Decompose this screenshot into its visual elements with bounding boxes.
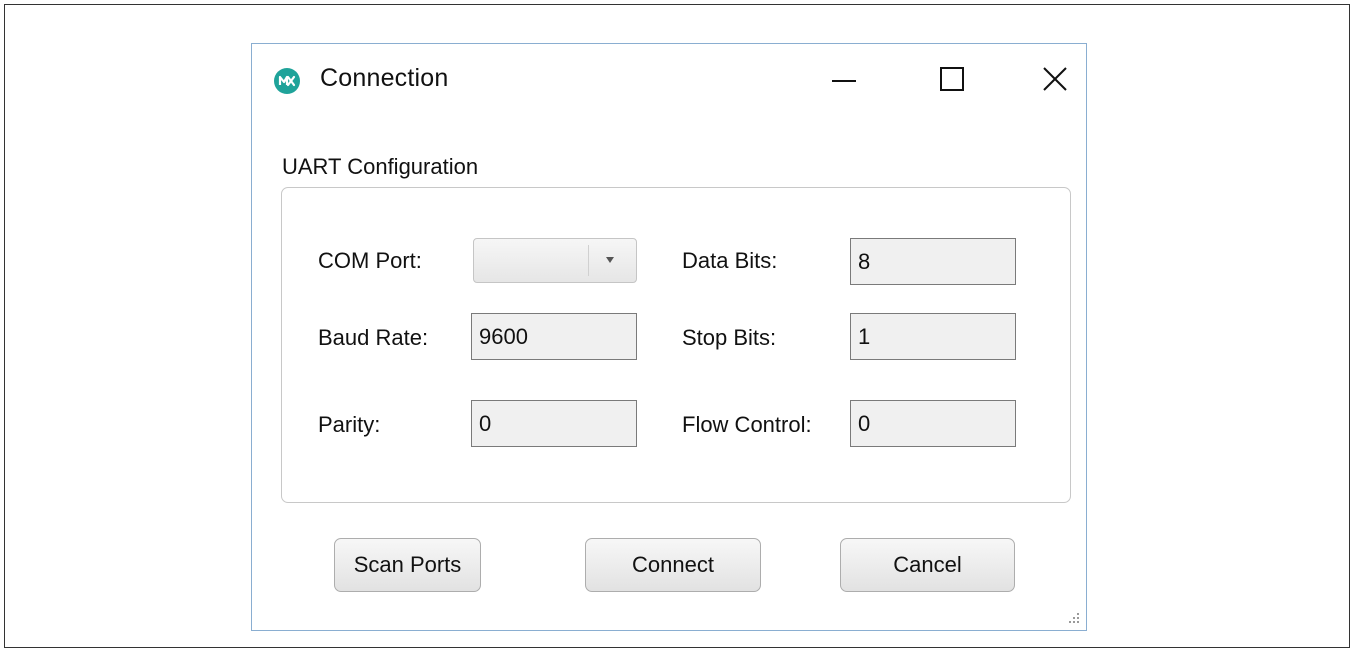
parity-field[interactable]: 0 xyxy=(471,400,637,447)
connect-button[interactable]: Connect xyxy=(585,538,761,592)
stop-bits-label: Stop Bits: xyxy=(682,325,777,350)
maxim-logo-icon xyxy=(274,68,300,94)
uart-configuration-label: UART Configuration xyxy=(282,154,479,179)
figure-frame: Connection UART Configuration COM Port: … xyxy=(4,4,1350,648)
flow-control-field[interactable]: 0 xyxy=(850,400,1016,447)
cancel-button[interactable]: Cancel xyxy=(840,538,1015,592)
flow-control-label: Flow Control: xyxy=(682,412,812,437)
connection-dialog: Connection UART Configuration COM Port: … xyxy=(251,43,1087,631)
minimize-button[interactable] xyxy=(814,56,874,104)
data-bits-label: Data Bits: xyxy=(682,248,778,273)
dropdown-separator xyxy=(588,245,589,276)
close-button[interactable] xyxy=(1025,56,1085,104)
com-port-dropdown[interactable] xyxy=(473,238,637,283)
maximize-icon xyxy=(940,67,964,91)
title-bar[interactable]: Connection xyxy=(252,44,1086,116)
resize-grip-icon[interactable] xyxy=(1068,612,1080,624)
stop-bits-field[interactable]: 1 xyxy=(850,313,1016,360)
parity-label: Parity: xyxy=(318,412,381,437)
baud-rate-label: Baud Rate: xyxy=(318,325,429,350)
chevron-down-icon xyxy=(606,257,614,263)
maximize-button[interactable] xyxy=(922,56,982,104)
baud-rate-field[interactable]: 9600 xyxy=(471,313,637,360)
uart-configuration-group: COM Port: Baud Rate: 9600 Parity: 0 Data… xyxy=(281,187,1071,503)
data-bits-field[interactable]: 8 xyxy=(850,238,1016,285)
scan-ports-button[interactable]: Scan Ports xyxy=(334,538,481,592)
minimize-icon xyxy=(832,80,856,82)
window-title: Connection xyxy=(320,64,449,92)
close-icon xyxy=(1043,67,1067,91)
com-port-label: COM Port: xyxy=(318,248,422,273)
